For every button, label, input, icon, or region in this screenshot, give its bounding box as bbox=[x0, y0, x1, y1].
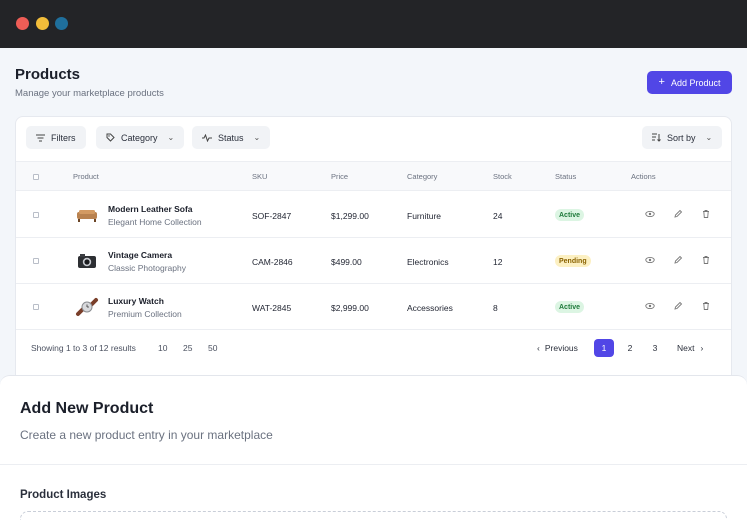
add-product-panel: Add New Product Create a new product ent… bbox=[0, 375, 747, 520]
chevron-left-icon: ‹ bbox=[537, 343, 540, 353]
window-titlebar bbox=[0, 0, 747, 48]
table-row[interactable]: Vintage Camera Classic Photography CAM-2… bbox=[16, 238, 731, 284]
previous-page-button[interactable]: ‹ Previous bbox=[537, 339, 578, 357]
plus-icon: + bbox=[658, 76, 665, 88]
page-title: Products bbox=[15, 66, 81, 83]
product-price: $499.00 bbox=[331, 257, 362, 267]
product-sku: CAM-2846 bbox=[252, 257, 293, 267]
panel-title: Add New Product bbox=[20, 400, 154, 417]
divider bbox=[0, 464, 747, 465]
select-all-checkbox[interactable] bbox=[33, 174, 39, 180]
filters-label: Filters bbox=[51, 132, 76, 143]
minimize-window-dot[interactable] bbox=[36, 17, 49, 30]
edit-icon[interactable] bbox=[673, 209, 683, 219]
image-dropzone[interactable] bbox=[20, 511, 727, 520]
product-name: Luxury Watch bbox=[108, 296, 164, 306]
sort-label: Sort by bbox=[667, 132, 696, 143]
column-header-category: Category bbox=[407, 172, 438, 181]
category-dropdown[interactable]: Category ⌄ bbox=[96, 126, 185, 149]
pagination-summary: Showing 1 to 3 of 12 results bbox=[31, 343, 136, 353]
product-images-label: Product Images bbox=[20, 489, 107, 501]
view-icon[interactable] bbox=[645, 209, 655, 219]
product-price: $2,999.00 bbox=[331, 303, 369, 313]
products-table-card: Filters Category ⌄ Status ⌄ Sort by ⌄ Pr… bbox=[15, 116, 732, 414]
column-header-sku: SKU bbox=[252, 172, 268, 181]
close-window-dot[interactable] bbox=[16, 17, 29, 30]
add-product-label: Add Product bbox=[670, 77, 721, 88]
page-size-option[interactable]: 10 bbox=[158, 343, 167, 353]
product-stock: 12 bbox=[493, 257, 503, 267]
panel-subtitle: Create a new product entry in your marke… bbox=[20, 428, 273, 442]
page-button-1[interactable]: 1 bbox=[594, 339, 614, 357]
product-stock: 24 bbox=[493, 211, 503, 221]
chevron-down-icon: ⌄ bbox=[705, 133, 713, 142]
row-checkbox[interactable] bbox=[33, 212, 39, 218]
add-product-button[interactable]: + Add Product bbox=[647, 71, 732, 94]
tag-icon bbox=[106, 133, 115, 142]
sort-icon bbox=[652, 133, 661, 142]
product-category: Accessories bbox=[407, 303, 453, 313]
view-icon[interactable] bbox=[645, 301, 655, 311]
table-row[interactable]: Modern Leather Sofa Elegant Home Collect… bbox=[16, 192, 731, 238]
product-sku: SOF-2847 bbox=[252, 211, 292, 221]
status-label: Status bbox=[218, 132, 244, 143]
product-sku: WAT-2845 bbox=[252, 303, 292, 313]
chevron-down-icon: ⌄ bbox=[253, 133, 261, 142]
chevron-down-icon: ⌄ bbox=[167, 133, 175, 142]
page-subtitle: Manage your marketplace products bbox=[15, 88, 164, 99]
product-category: Electronics bbox=[407, 257, 449, 267]
product-stock: 8 bbox=[493, 303, 498, 313]
camera-icon bbox=[78, 254, 96, 268]
table-row[interactable]: Luxury Watch Premium Collection WAT-2845… bbox=[16, 284, 731, 330]
page-button-2[interactable]: 2 bbox=[626, 339, 634, 357]
activity-icon bbox=[202, 133, 212, 142]
product-price: $1,299.00 bbox=[331, 211, 369, 221]
page-button-3[interactable]: 3 bbox=[651, 339, 659, 357]
delete-icon[interactable] bbox=[701, 209, 711, 219]
sofa-icon bbox=[77, 210, 97, 222]
column-header-actions: Actions bbox=[631, 172, 656, 181]
maximize-window-dot[interactable] bbox=[55, 17, 68, 30]
product-name: Vintage Camera bbox=[108, 250, 173, 260]
edit-icon[interactable] bbox=[673, 301, 683, 311]
filter-icon bbox=[36, 133, 45, 142]
status-badge: Pending bbox=[555, 255, 591, 267]
chevron-right-icon: › bbox=[700, 343, 704, 353]
delete-icon[interactable] bbox=[701, 301, 711, 311]
next-label: Next bbox=[677, 343, 695, 353]
column-header-product: Product bbox=[73, 172, 99, 181]
column-header-stock: Stock bbox=[493, 172, 512, 181]
product-name: Modern Leather Sofa bbox=[108, 204, 193, 214]
row-checkbox[interactable] bbox=[33, 304, 39, 310]
page-size-option[interactable]: 50 bbox=[208, 343, 217, 353]
row-checkbox[interactable] bbox=[33, 258, 39, 264]
delete-icon[interactable] bbox=[701, 255, 711, 265]
filters-button[interactable]: Filters bbox=[26, 126, 86, 149]
next-page-button[interactable]: Next › bbox=[677, 339, 703, 357]
view-icon[interactable] bbox=[645, 255, 655, 265]
status-badge: Active bbox=[555, 301, 585, 313]
column-header-status: Status bbox=[555, 172, 577, 181]
product-collection: Premium Collection bbox=[108, 309, 182, 319]
edit-icon[interactable] bbox=[673, 255, 683, 265]
page-size-option[interactable]: 25 bbox=[183, 343, 192, 353]
sort-dropdown[interactable]: Sort by ⌄ bbox=[642, 126, 723, 149]
product-collection: Elegant Home Collection bbox=[108, 217, 202, 227]
previous-label: Previous bbox=[544, 343, 578, 353]
status-dropdown[interactable]: Status ⌄ bbox=[192, 126, 271, 149]
status-badge: Active bbox=[555, 209, 585, 221]
table-header: Product SKU Price Category Stock Status … bbox=[16, 161, 731, 191]
product-collection: Classic Photography bbox=[108, 263, 186, 273]
category-label: Category bbox=[121, 132, 158, 143]
product-category: Furniture bbox=[407, 211, 442, 221]
column-header-price: Price bbox=[331, 172, 349, 181]
watch-icon bbox=[76, 298, 98, 316]
